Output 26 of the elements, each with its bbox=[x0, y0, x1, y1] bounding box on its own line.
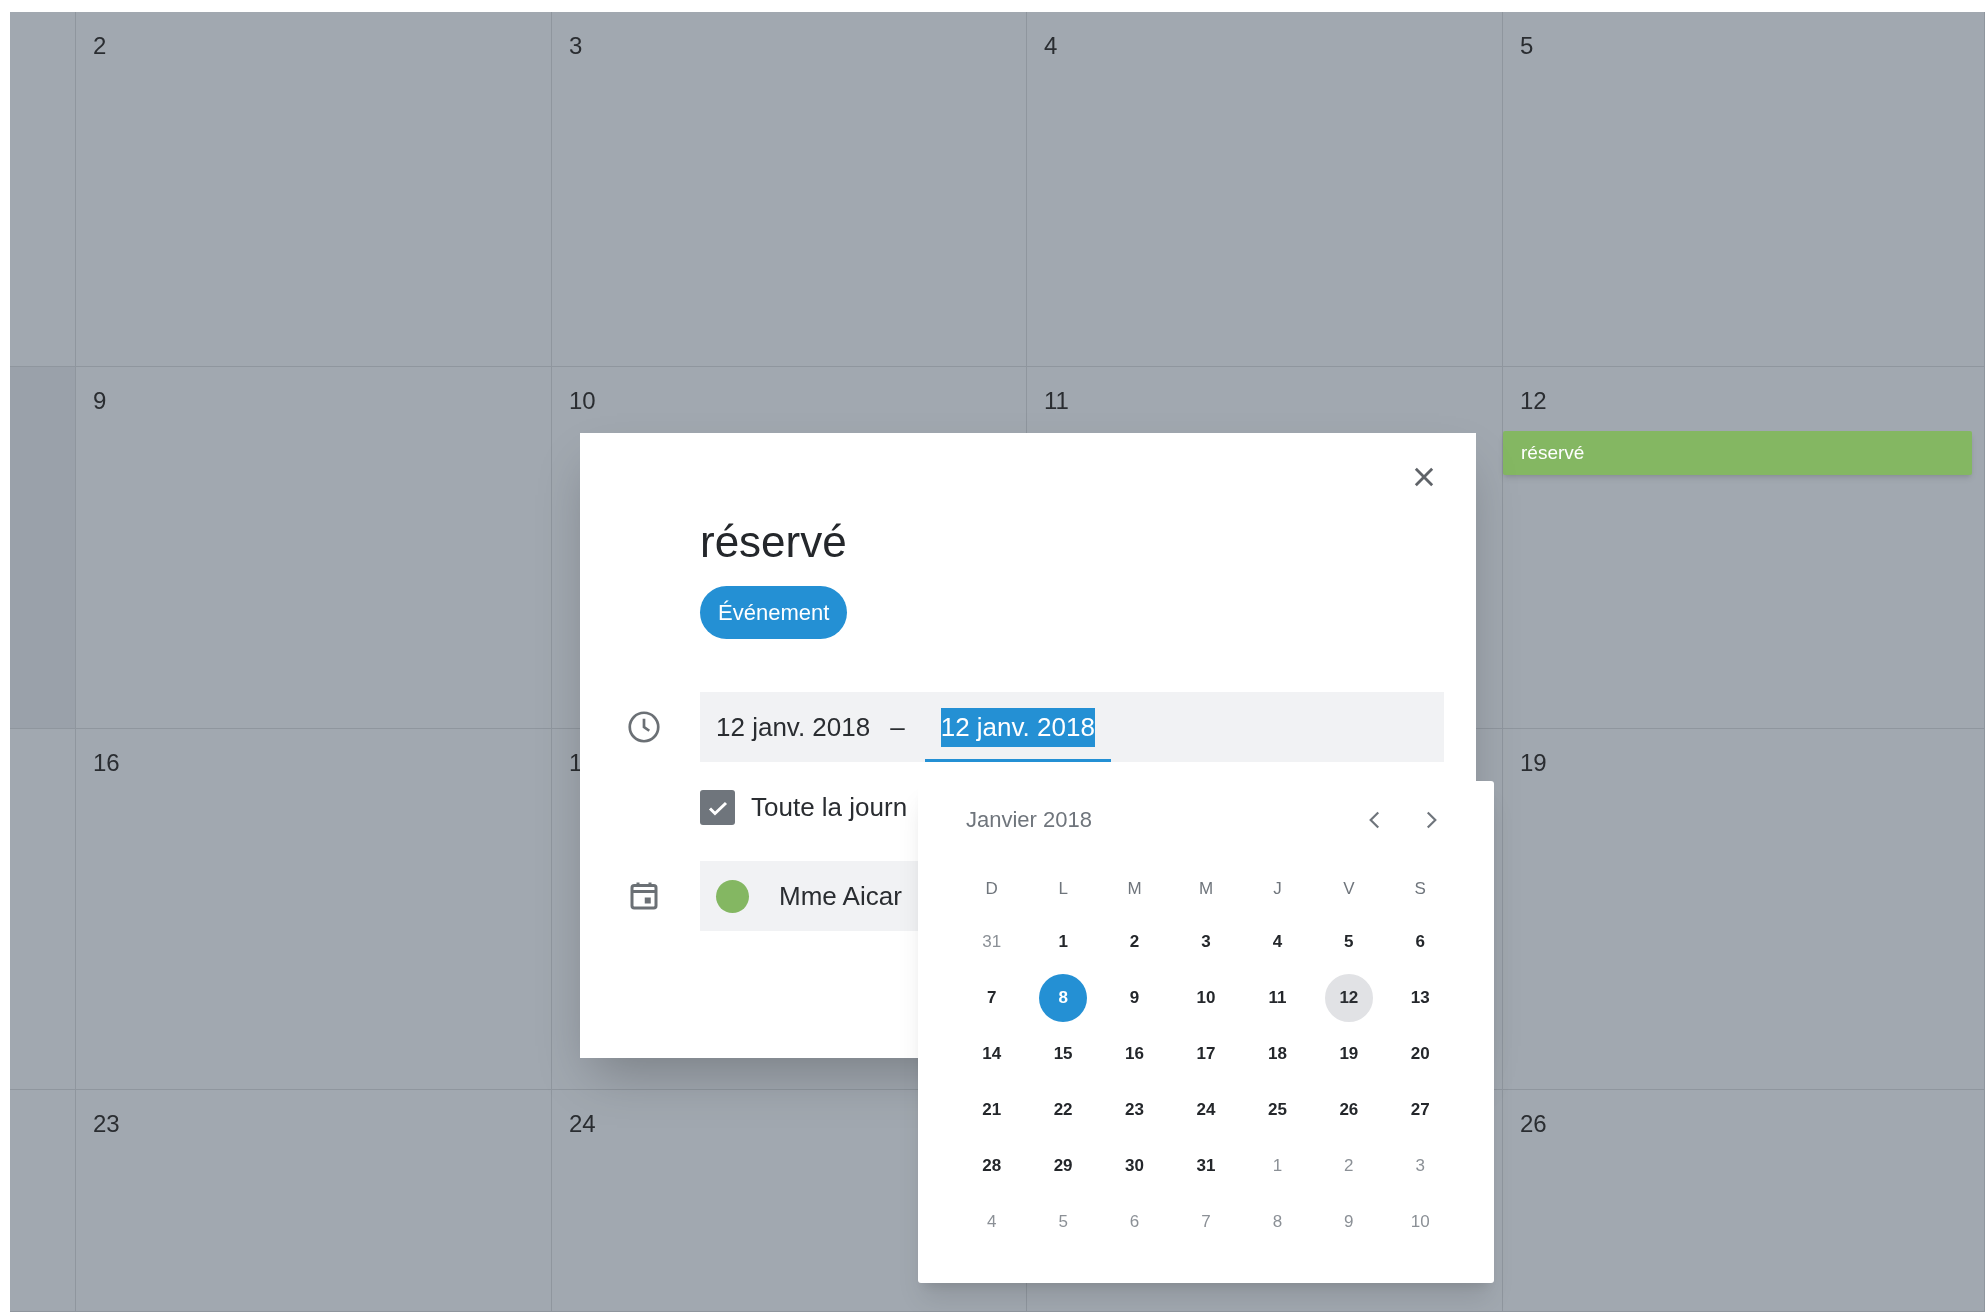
day-number: 2 bbox=[93, 32, 107, 59]
day-number: 24 bbox=[569, 1110, 596, 1137]
calendar-name: Mme Aicar bbox=[779, 879, 902, 913]
day-number: 11 bbox=[1044, 387, 1069, 414]
day-number: 3 bbox=[569, 32, 583, 59]
day-number: 5 bbox=[1520, 32, 1534, 59]
date-separator: – bbox=[890, 710, 905, 744]
day-number: 16 bbox=[93, 749, 120, 776]
all-day-label: Toute la journ bbox=[751, 791, 908, 824]
weekday-label: M bbox=[1127, 878, 1142, 901]
day-number: 19 bbox=[1520, 749, 1547, 776]
month-label: Janvier 2018 bbox=[966, 806, 1092, 834]
day-number: 23 bbox=[93, 1110, 120, 1137]
weekday-label: M bbox=[1198, 878, 1214, 901]
day-number: 12 bbox=[1520, 387, 1547, 414]
weekday-label: S bbox=[1414, 878, 1426, 901]
day-number: 4 bbox=[1044, 32, 1058, 59]
day-number: 26 bbox=[1520, 1110, 1547, 1137]
day-number: 9 bbox=[93, 387, 107, 414]
day-number: 10 bbox=[569, 387, 596, 414]
day-number: 1 bbox=[569, 749, 583, 776]
weekday-label: D bbox=[985, 878, 998, 901]
weekday-label: J bbox=[1273, 878, 1282, 901]
weekday-label: L bbox=[1058, 878, 1068, 901]
event-title: réservé bbox=[700, 516, 848, 568]
weekday-label: V bbox=[1343, 878, 1355, 901]
